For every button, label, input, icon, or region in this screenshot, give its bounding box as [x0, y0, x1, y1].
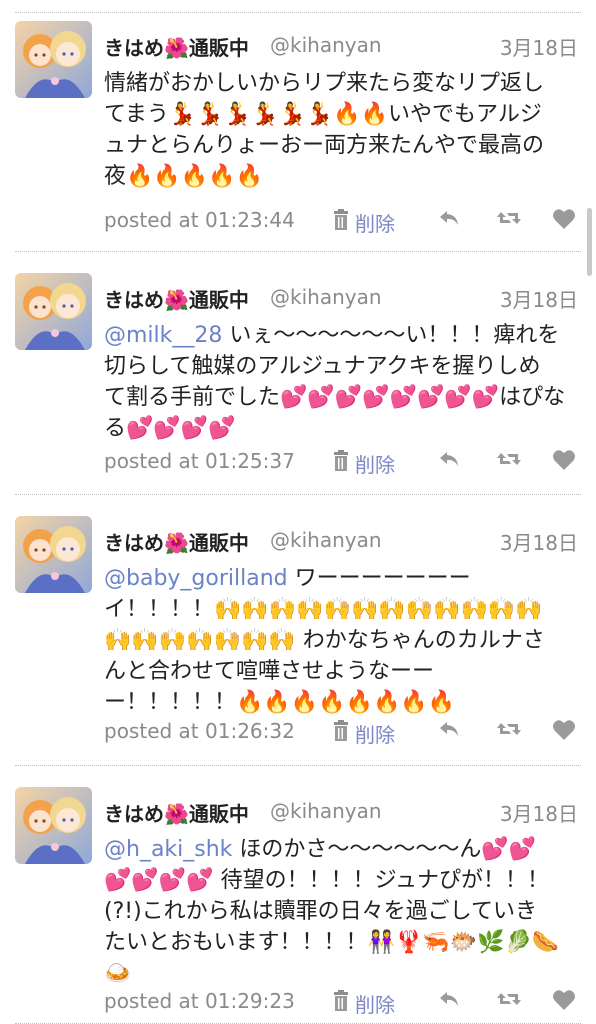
tweet-text-line: 切らして触媒のアルジュナアクキを握りしめ: [104, 354, 541, 379]
tweet-text-line: る💕💕💕💕: [104, 416, 236, 441]
tweet-text-line: 🍛: [104, 961, 132, 986]
mention-link[interactable]: @milk__28: [104, 323, 222, 348]
tweet-footer: posted at 01:29:23 削除: [104, 989, 578, 1019]
user-handle[interactable]: @kihanyan: [270, 33, 382, 57]
posted-time: posted at 01:26:32: [104, 719, 295, 743]
like-icon[interactable]: [552, 989, 576, 1015]
tweet-text-line: て割る手前でした💕💕💕💕💕💕💕💕はぴな: [104, 385, 566, 410]
delete-label: 削除: [355, 993, 395, 1017]
tweet-text-line: (?!)これから私は贖罪の日々を過ごしていき: [104, 899, 538, 924]
hibiscus-icon: 🌺: [164, 288, 189, 312]
like-icon[interactable]: [552, 719, 576, 745]
tweet-date[interactable]: 3月18日: [500, 32, 578, 61]
tweet-text-line: イ！！！！🙌🙌🙌🙌🙌🙌🙌🙌🙌🙌🙌🙌: [104, 597, 543, 622]
tweet-header: きはめ🌺通販中 @kihanyan 3月18日: [104, 798, 578, 828]
user-name[interactable]: きはめ🌺通販中: [104, 798, 249, 827]
tweet-text-line: @baby_gorilland ワーーーーーーー: [104, 566, 471, 591]
mention-link[interactable]: @h_aki_shk: [104, 837, 232, 862]
retweet-icon[interactable]: [496, 208, 522, 232]
reply-icon[interactable]: [438, 449, 460, 473]
hibiscus-icon: 🌺: [164, 802, 189, 826]
reply-icon[interactable]: [438, 208, 460, 232]
posted-time: posted at 01:23:44: [104, 208, 295, 232]
tweet-text: @baby_gorilland ワーーーーーーーイ！！！！🙌🙌🙌🙌🙌🙌🙌🙌🙌🙌🙌…: [104, 563, 582, 718]
tweet-text-line: @h_aki_shk ほのかさ〜〜〜〜〜〜ん💕💕: [104, 837, 537, 862]
delete-label: 削除: [355, 723, 395, 747]
tweet[interactable]: きはめ🌺通販中 @kihanyan 3月18日 @baby_gorilland …: [0, 495, 596, 766]
trash-icon: [331, 209, 355, 236]
tweet-text: @milk__28 いぇ〜〜〜〜〜〜い！！！痺れを 切らして触媒のアルジュナアクキ…: [104, 320, 582, 444]
user-handle[interactable]: @kihanyan: [270, 799, 382, 823]
user-name[interactable]: きはめ🌺通販中: [104, 284, 249, 313]
retweet-icon[interactable]: [496, 719, 522, 743]
tweet-text-line: 💕💕💕💕 待望の！！！！ジュナぴが！！！: [104, 868, 550, 893]
tweet[interactable]: きはめ🌺通販中 @kihanyan 3月18日 @milk__28 いぇ〜〜〜〜…: [0, 252, 596, 495]
posted-time: posted at 01:25:37: [104, 449, 295, 473]
tweet-header: きはめ🌺通販中 @kihanyan 3月18日: [104, 284, 578, 314]
tweet[interactable]: きはめ🌺通販中 @kihanyan 3月18日 情緒がおかしいからリプ来たら変な…: [0, 0, 596, 252]
like-icon[interactable]: [552, 208, 576, 234]
hibiscus-icon: 🌺: [164, 36, 189, 60]
tweet-date[interactable]: 3月18日: [500, 284, 578, 313]
tweet-footer: posted at 01:26:32 削除: [104, 719, 578, 749]
tweet-text-line: 🙌🙌🙌🙌🙌🙌🙌 わかなちゃんのカルナさ: [104, 628, 545, 653]
delete-button[interactable]: 削除: [331, 449, 395, 478]
hibiscus-icon: 🌺: [164, 531, 189, 555]
posted-time: posted at 01:29:23: [104, 989, 295, 1013]
user-name[interactable]: きはめ🌺通販中: [104, 32, 249, 61]
tweet-date[interactable]: 3月18日: [500, 527, 578, 556]
tweet-text: 情緒がおかしいからリプ来たら変なリプ返し てまう💃💃💃💃💃💃🔥🔥いやでもアルジ ュナ…: [104, 68, 582, 192]
user-handle[interactable]: @kihanyan: [270, 528, 382, 552]
scrollbar[interactable]: [587, 208, 592, 276]
tweet-footer: posted at 01:23:44 削除: [104, 208, 578, 238]
tweet-text-line: ュナとらんりょーおー両方来たんやで最高の: [104, 133, 545, 158]
tweet-header: きはめ🌺通販中 @kihanyan 3月18日: [104, 32, 578, 62]
avatar[interactable]: [15, 516, 92, 593]
trash-icon: [331, 990, 355, 1017]
delete-label: 削除: [355, 453, 395, 477]
tweet-text-line: ー！！！！！🔥🔥🔥🔥🔥🔥🔥🔥: [104, 690, 456, 715]
delete-button[interactable]: 削除: [331, 208, 395, 237]
avatar[interactable]: [15, 21, 92, 98]
avatar[interactable]: [15, 273, 92, 350]
tweet-date[interactable]: 3月18日: [500, 798, 578, 827]
tweet-text-line: 情緒がおかしいからリプ来たら変なリプ返し: [104, 71, 545, 96]
tweet-footer: posted at 01:25:37 削除: [104, 449, 578, 479]
delete-label: 削除: [355, 212, 395, 236]
tweet-text-line: てまう💃💃💃💃💃💃🔥🔥いやでもアルジ: [104, 102, 542, 127]
tweet[interactable]: きはめ🌺通販中 @kihanyan 3月18日 @h_aki_shk ほのかさ〜…: [0, 766, 596, 1024]
avatar[interactable]: [15, 787, 92, 864]
tweet-text-line: 夜🔥🔥🔥🔥🔥: [104, 164, 263, 189]
like-icon[interactable]: [552, 449, 576, 475]
mention-link[interactable]: @baby_gorilland: [104, 566, 288, 591]
tweet-text: @h_aki_shk ほのかさ〜〜〜〜〜〜ん💕💕 💕💕💕💕 待望の！！！！ジュナぴ…: [104, 834, 582, 989]
trash-icon: [331, 720, 355, 747]
tweet-text-line: んと合わせて喧嘩させようなーー: [104, 659, 435, 684]
retweet-icon[interactable]: [496, 449, 522, 473]
reply-icon[interactable]: [438, 989, 460, 1013]
tweet-text-line: たいとおもいます！！！！👭🦞🦐🐡🌿🥬🌭: [104, 930, 560, 955]
tweet-text-line: @milk__28 いぇ〜〜〜〜〜〜い！！！痺れを: [104, 323, 560, 348]
reply-icon[interactable]: [438, 719, 460, 743]
tweet-header: きはめ🌺通販中 @kihanyan 3月18日: [104, 527, 578, 557]
delete-button[interactable]: 削除: [331, 989, 395, 1018]
trash-icon: [331, 450, 355, 477]
user-name[interactable]: きはめ🌺通販中: [104, 527, 249, 556]
user-handle[interactable]: @kihanyan: [270, 285, 382, 309]
delete-button[interactable]: 削除: [331, 719, 395, 748]
retweet-icon[interactable]: [496, 989, 522, 1013]
